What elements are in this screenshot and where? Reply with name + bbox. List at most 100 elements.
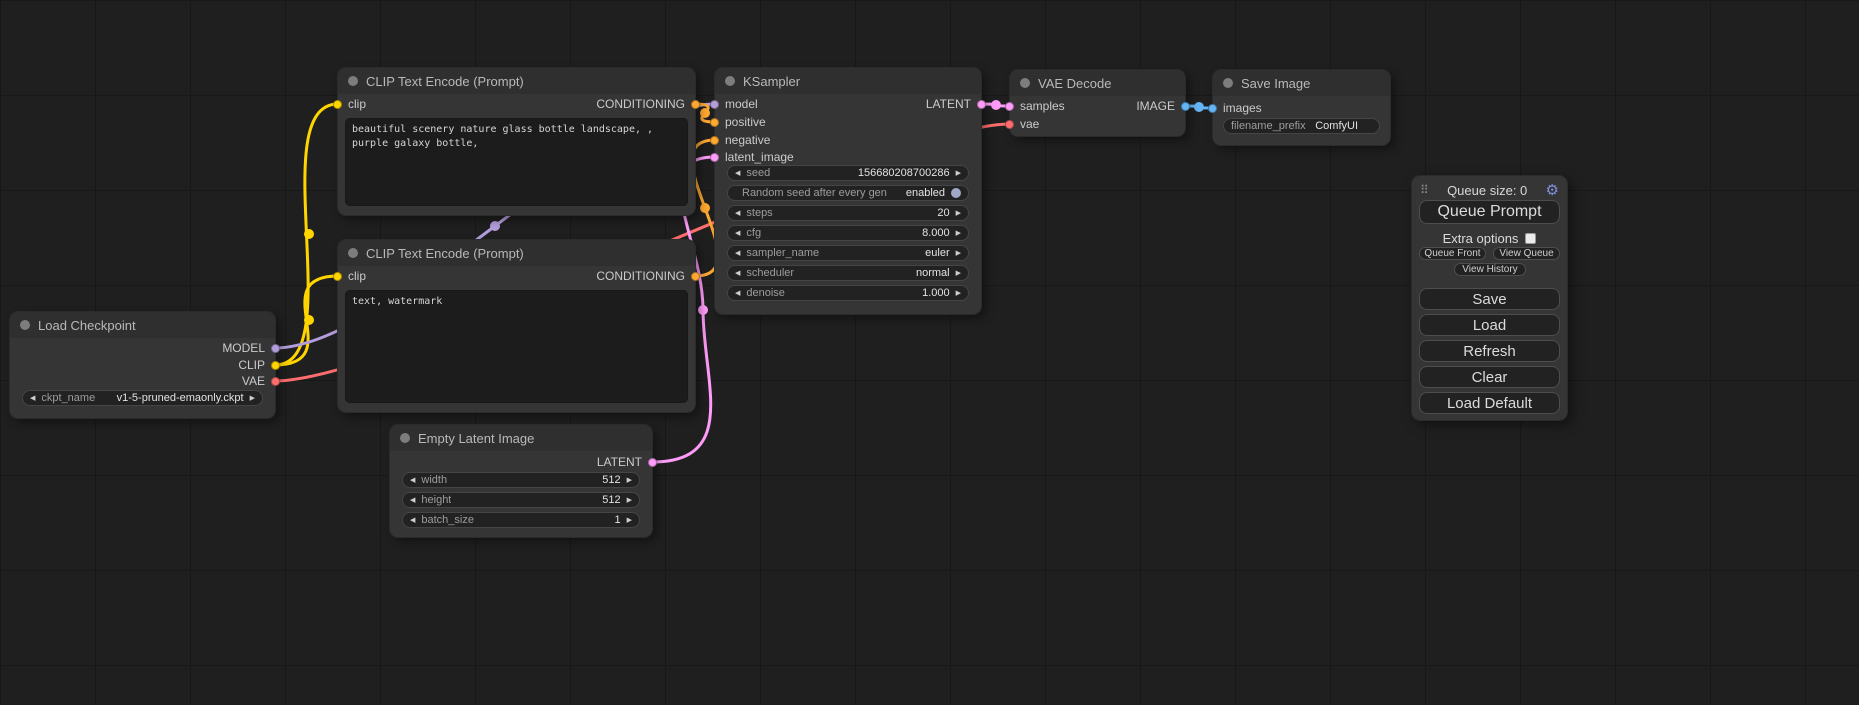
widget-height[interactable]: ◀ height 512 ▶ — [402, 492, 640, 508]
node-title-bar[interactable]: CLIP Text Encode (Prompt) — [338, 68, 695, 94]
widget-filename-prefix[interactable]: filename_prefix ComfyUI — [1223, 118, 1380, 134]
output-slot-latent[interactable]: LATENT — [597, 455, 657, 469]
vae-port[interactable] — [271, 377, 280, 386]
conditioning-port[interactable] — [691, 272, 700, 281]
widget-sampler-name[interactable]: ◀ sampler_name euler ▶ — [727, 245, 969, 261]
node-load-checkpoint[interactable]: Load Checkpoint MODEL CLIP VAE ◀ ckpt_na… — [10, 312, 275, 418]
model-port[interactable] — [271, 344, 280, 353]
latent-port[interactable] — [710, 153, 719, 162]
refresh-button[interactable]: Refresh — [1419, 340, 1560, 362]
queue-front-button[interactable]: Queue Front — [1419, 247, 1486, 260]
output-slot-latent[interactable]: LATENT — [926, 97, 986, 111]
collapse-dot-icon[interactable] — [348, 248, 358, 258]
prompt-textarea[interactable]: beautiful scenery nature glass bottle la… — [345, 118, 688, 206]
increment-arrow-icon[interactable]: ▶ — [956, 230, 961, 237]
conditioning-port[interactable] — [710, 118, 719, 127]
decrement-arrow-icon[interactable]: ◀ — [735, 210, 740, 217]
collapse-dot-icon[interactable] — [20, 320, 30, 330]
output-slot-model[interactable]: MODEL — [222, 341, 280, 355]
collapse-dot-icon[interactable] — [348, 76, 358, 86]
collapse-dot-icon[interactable] — [1020, 78, 1030, 88]
widget-batch-size[interactable]: ◀ batch_size 1 ▶ — [402, 512, 640, 528]
image-port[interactable] — [1208, 104, 1217, 113]
widget-steps[interactable]: ◀ steps 20 ▶ — [727, 205, 969, 221]
prompt-textarea[interactable]: text, watermark — [345, 290, 688, 403]
conditioning-port[interactable] — [710, 136, 719, 145]
input-slot-samples[interactable]: samples — [1005, 99, 1065, 113]
increment-arrow-icon[interactable]: ▶ — [956, 270, 961, 277]
decrement-arrow-icon[interactable]: ◀ — [30, 395, 35, 402]
load-default-button[interactable]: Load Default — [1419, 392, 1560, 414]
output-slot-vae[interactable]: VAE — [242, 374, 280, 388]
node-title-bar[interactable]: Save Image — [1213, 70, 1390, 96]
node-vae-decode[interactable]: VAE Decode samples vae IMAGE — [1010, 70, 1185, 136]
input-slot-negative[interactable]: negative — [710, 133, 770, 147]
load-button[interactable]: Load — [1419, 314, 1560, 336]
node-empty-latent-image[interactable]: Empty Latent Image LATENT ◀ width 512 ▶ … — [390, 425, 652, 537]
latent-port[interactable] — [977, 100, 986, 109]
widget-denoise[interactable]: ◀ denoise 1.000 ▶ — [727, 285, 969, 301]
queue-prompt-button[interactable]: Queue Prompt — [1419, 200, 1560, 224]
save-button[interactable]: Save — [1419, 288, 1560, 310]
toggle-knob-icon[interactable] — [951, 188, 961, 198]
clip-port[interactable] — [333, 272, 342, 281]
decrement-arrow-icon[interactable]: ◀ — [735, 230, 740, 237]
node-title-bar[interactable]: Empty Latent Image — [390, 425, 652, 451]
node-title-bar[interactable]: VAE Decode — [1010, 70, 1185, 96]
output-slot-clip[interactable]: CLIP — [238, 358, 280, 372]
increment-arrow-icon[interactable]: ▶ — [627, 517, 632, 524]
decrement-arrow-icon[interactable]: ◀ — [410, 517, 415, 524]
input-slot-clip[interactable]: clip — [333, 269, 366, 283]
collapse-dot-icon[interactable] — [400, 433, 410, 443]
input-slot-latent-image[interactable]: latent_image — [710, 150, 794, 164]
widget-scheduler[interactable]: ◀ scheduler normal ▶ — [727, 265, 969, 281]
vae-port[interactable] — [1005, 120, 1014, 129]
collapse-dot-icon[interactable] — [725, 76, 735, 86]
widget-cfg[interactable]: ◀ cfg 8.000 ▶ — [727, 225, 969, 241]
clip-port[interactable] — [333, 100, 342, 109]
collapse-dot-icon[interactable] — [1223, 78, 1233, 88]
output-slot-conditioning[interactable]: CONDITIONING — [596, 97, 700, 111]
input-slot-positive[interactable]: positive — [710, 115, 766, 129]
increment-arrow-icon[interactable]: ▶ — [956, 170, 961, 177]
node-clip-text-encode-negative[interactable]: CLIP Text Encode (Prompt) clip CONDITION… — [338, 240, 695, 412]
widget-width[interactable]: ◀ width 512 ▶ — [402, 472, 640, 488]
node-save-image[interactable]: Save Image images filename_prefix ComfyU… — [1213, 70, 1390, 145]
increment-arrow-icon[interactable]: ▶ — [250, 395, 255, 402]
latent-port[interactable] — [648, 458, 657, 467]
decrement-arrow-icon[interactable]: ◀ — [735, 250, 740, 257]
increment-arrow-icon[interactable]: ▶ — [627, 497, 632, 504]
extra-options-checkbox[interactable] — [1525, 233, 1536, 244]
decrement-arrow-icon[interactable]: ◀ — [735, 270, 740, 277]
decrement-arrow-icon[interactable]: ◀ — [735, 290, 740, 297]
node-clip-text-encode-positive[interactable]: CLIP Text Encode (Prompt) clip CONDITION… — [338, 68, 695, 215]
main-menu-panel[interactable]: ⠿ Queue size: 0 ⚙ Queue Prompt Extra opt… — [1412, 176, 1567, 420]
output-slot-image[interactable]: IMAGE — [1136, 99, 1190, 113]
decrement-arrow-icon[interactable]: ◀ — [410, 497, 415, 504]
increment-arrow-icon[interactable]: ▶ — [956, 210, 961, 217]
view-queue-button[interactable]: View Queue — [1493, 247, 1560, 260]
clear-button[interactable]: Clear — [1419, 366, 1560, 388]
view-history-button[interactable]: View History — [1454, 263, 1526, 276]
clip-port[interactable] — [271, 361, 280, 370]
widget-seed[interactable]: ◀ seed 156680208700286 ▶ — [727, 165, 969, 181]
input-slot-images[interactable]: images — [1208, 101, 1262, 115]
drag-handle-icon[interactable]: ⠿ — [1420, 183, 1429, 197]
output-slot-conditioning[interactable]: CONDITIONING — [596, 269, 700, 283]
model-port[interactable] — [710, 100, 719, 109]
input-slot-vae[interactable]: vae — [1005, 117, 1039, 131]
image-port[interactable] — [1181, 102, 1190, 111]
decrement-arrow-icon[interactable]: ◀ — [735, 170, 740, 177]
input-slot-model[interactable]: model — [710, 97, 758, 111]
node-ksampler[interactable]: KSampler model positive negative latent_… — [715, 68, 981, 314]
settings-gear-icon[interactable]: ⚙ — [1546, 181, 1559, 199]
increment-arrow-icon[interactable]: ▶ — [627, 477, 632, 484]
decrement-arrow-icon[interactable]: ◀ — [410, 477, 415, 484]
node-title-bar[interactable]: Load Checkpoint — [10, 312, 275, 338]
node-title-bar[interactable]: KSampler — [715, 68, 981, 94]
increment-arrow-icon[interactable]: ▶ — [956, 290, 961, 297]
input-slot-clip[interactable]: clip — [333, 97, 366, 111]
conditioning-port[interactable] — [691, 100, 700, 109]
increment-arrow-icon[interactable]: ▶ — [956, 250, 961, 257]
node-title-bar[interactable]: CLIP Text Encode (Prompt) — [338, 240, 695, 266]
